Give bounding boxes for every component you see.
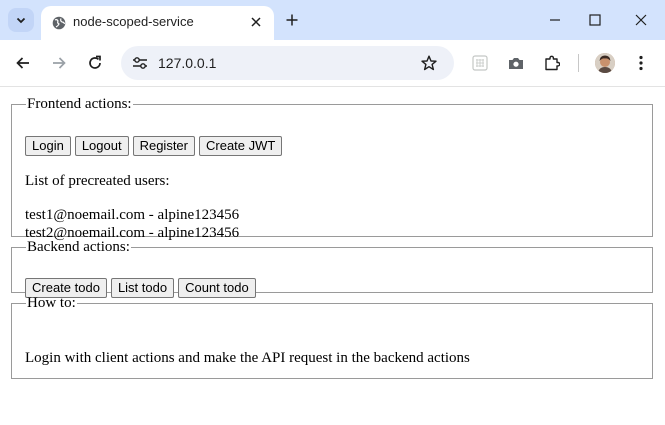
extension-button[interactable]: [470, 53, 490, 73]
tune-icon: [133, 57, 147, 69]
site-info-button[interactable]: [131, 55, 149, 71]
backend-actions-fieldset: Backend actions: Create todo List todo C…: [11, 239, 653, 298]
how-to-legend: How to:: [27, 295, 76, 311]
create-jwt-button[interactable]: Create JWT: [199, 136, 283, 156]
kebab-menu-icon: [639, 55, 643, 71]
page-content: Frontend actions: Login Logout Register …: [0, 87, 665, 425]
close-window-button[interactable]: [631, 10, 651, 30]
browser-toolbar: 127.0.0.1: [0, 40, 665, 87]
star-icon: [421, 55, 437, 71]
logout-button[interactable]: Logout: [74, 136, 129, 156]
bookmark-button[interactable]: [420, 54, 438, 72]
profile-button[interactable]: [595, 53, 615, 73]
login-button[interactable]: Login: [25, 136, 71, 156]
puzzle-icon: [545, 55, 560, 71]
tab-strip: node-scoped-service: [0, 0, 665, 40]
toolbar-separator: [578, 54, 579, 72]
close-icon: [251, 17, 261, 27]
menu-button[interactable]: [631, 53, 651, 73]
register-button[interactable]: Register: [132, 136, 195, 156]
frontend-actions-fieldset: Frontend actions: Login Logout Register …: [11, 96, 653, 241]
extensions-button[interactable]: [542, 53, 562, 73]
how-to-fieldset: How to: Login with client actions and ma…: [11, 295, 653, 379]
user-entry: test1@noemail.com - alpine123456: [25, 207, 240, 223]
screenshot-button[interactable]: [506, 53, 526, 73]
avatar-icon: [595, 53, 615, 73]
frontend-actions-legend: Frontend actions:: [27, 96, 132, 112]
reload-icon: [89, 55, 101, 69]
new-tab-button[interactable]: [282, 10, 302, 30]
maximize-button[interactable]: [585, 10, 605, 30]
forward-button[interactable]: [49, 53, 69, 73]
back-button[interactable]: [13, 53, 33, 73]
minimize-icon: [550, 19, 560, 21]
tab-title: node-scoped-service: [73, 14, 194, 29]
extension-grid-icon: [472, 55, 488, 71]
reload-button[interactable]: [85, 53, 105, 73]
close-icon: [635, 14, 647, 26]
maximize-icon: [589, 14, 601, 26]
active-tab[interactable]: node-scoped-service: [41, 6, 274, 40]
globe-icon: [52, 16, 66, 30]
tab-search-button[interactable]: [8, 8, 34, 32]
how-to-text: Login with client actions and make the A…: [25, 350, 470, 366]
plus-icon: [286, 14, 298, 26]
minimize-button[interactable]: [545, 10, 565, 30]
camera-icon: [509, 58, 523, 69]
chevron-down-icon: [16, 17, 26, 24]
users-heading: List of precreated users:: [25, 173, 170, 189]
frontend-buttons: Login Logout Register Create JWT: [25, 136, 283, 156]
backend-actions-legend: Backend actions:: [27, 239, 130, 255]
arrow-right-icon: [53, 57, 66, 69]
tab-close-button[interactable]: [247, 13, 265, 31]
url-text[interactable]: 127.0.0.1: [158, 55, 216, 71]
address-bar[interactable]: 127.0.0.1: [121, 46, 454, 80]
arrow-left-icon: [16, 57, 29, 69]
